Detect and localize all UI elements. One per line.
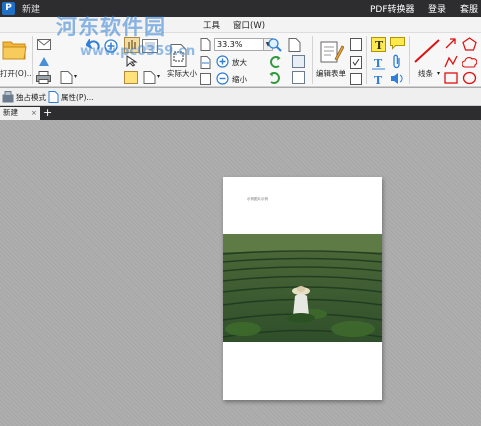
insert-page-icon[interactable] [292,55,305,68]
arrow-tool-icon[interactable] [444,37,458,50]
ribbon-separator [32,36,33,84]
svg-text:T: T [374,57,383,70]
new-tab-button[interactable]: + [43,106,52,119]
app-logo-icon: P [2,2,15,15]
svg-text:T: T [374,74,383,86]
properties-button[interactable]: 属性(P)... [61,92,94,103]
line-dropdown-icon[interactable]: ▾ [437,70,440,77]
radio-field-icon[interactable] [350,73,362,85]
select-tool-icon[interactable] [126,55,138,67]
rotate-left-icon[interactable] [268,55,282,69]
zoom-out-icon[interactable] [216,72,229,85]
form-field-icon[interactable] [350,38,362,51]
pdf-converter-button[interactable]: PDF转换器 [370,2,415,15]
ribbon-separator [366,36,367,84]
add-circle-icon[interactable] [104,39,118,53]
document-tab-bar: 新建 × + [0,106,481,120]
ellipse-tool-icon[interactable] [462,71,477,85]
extract-page-icon[interactable] [292,71,305,84]
checkbox-field-icon[interactable] [350,56,362,69]
tea-field-photo [223,234,382,342]
polyline-tool-icon[interactable] [444,55,458,68]
page-layout-icon[interactable] [143,71,156,84]
open-folder-icon[interactable] [2,37,28,61]
more-button[interactable]: 套服 [460,2,478,15]
edit-form-icon[interactable] [320,40,344,64]
page-caption: 示例图片示例 [247,197,268,201]
new-document-icon[interactable] [60,71,73,84]
svg-text:T: T [375,39,384,52]
ribbon-toolbar: 打开(O)... ▾ ▾ 实际大小 33.3% ▼ 放大 缩小 编辑表单 T T… [0,33,481,87]
scan-icon[interactable] [37,55,51,67]
undo-icon[interactable] [86,39,100,51]
edit-form-label[interactable]: 编辑表单 [316,68,346,79]
print-icon[interactable] [36,71,51,84]
document-workspace[interactable]: 示例图片示例 [0,120,481,426]
fit-page-icon[interactable] [200,38,211,51]
exclusive-mode-button[interactable]: 独占模式 [16,92,46,103]
fit-visible-icon[interactable] [200,73,211,85]
text-box-icon[interactable]: T [371,55,386,70]
ribbon-separator [312,36,313,84]
tab-label: 新建 [3,108,18,117]
line-tool-icon[interactable] [413,38,441,64]
tab-document[interactable]: 新建 × [0,107,40,120]
hand-tool-icon[interactable] [124,37,140,53]
sound-icon[interactable] [390,72,404,85]
zoom-in-label[interactable]: 放大 [232,57,247,68]
secondary-toolbar: 独占模式 属性(P)... [0,88,481,106]
title-bar: P 新建 PDF转换器 登录 套服 [0,0,481,17]
rotate-right-icon[interactable] [268,71,282,85]
actual-size-icon[interactable] [170,44,187,67]
rectangle-tool-icon[interactable] [444,72,458,84]
page-view-icon[interactable] [142,39,158,53]
callout-icon[interactable]: T [371,72,386,86]
cloud-tool-icon[interactable] [462,55,477,68]
exclusive-mode-icon[interactable] [2,91,14,103]
open-button-label[interactable]: 打开(O)... [0,68,34,79]
tab-close-icon[interactable]: × [31,107,37,119]
properties-icon[interactable] [48,91,59,103]
note-icon[interactable] [390,37,405,50]
menu-window[interactable]: 窗口(W) [233,19,265,31]
actual-size-label[interactable]: 实际大小 [167,68,197,79]
fit-width-icon[interactable] [200,56,211,69]
menu-bar: 工具 窗口(W) [0,17,481,33]
line-tool-label[interactable]: 线条 [418,68,433,79]
dropdown-arrow-icon[interactable]: ▾ [74,73,77,80]
ribbon-separator [409,36,410,84]
layout-dropdown-icon[interactable]: ▾ [157,73,160,80]
page-settings-icon[interactable] [288,38,301,52]
typewriter-icon[interactable]: T [371,37,386,52]
menu-tools[interactable]: 工具 [203,19,220,31]
pdf-page[interactable]: 示例图片示例 [223,177,382,400]
login-button[interactable]: 登录 [428,2,446,15]
attachment-icon[interactable] [392,54,402,69]
magnifier-icon[interactable] [268,38,282,52]
zoom-in-icon[interactable] [216,55,229,68]
email-icon[interactable] [37,39,51,50]
snapshot-icon[interactable] [124,71,138,84]
polygon-tool-icon[interactable] [462,37,477,51]
zoom-out-label[interactable]: 缩小 [232,74,247,85]
zoom-input[interactable]: 33.3% [214,38,264,51]
window-title: 新建 [22,5,41,15]
